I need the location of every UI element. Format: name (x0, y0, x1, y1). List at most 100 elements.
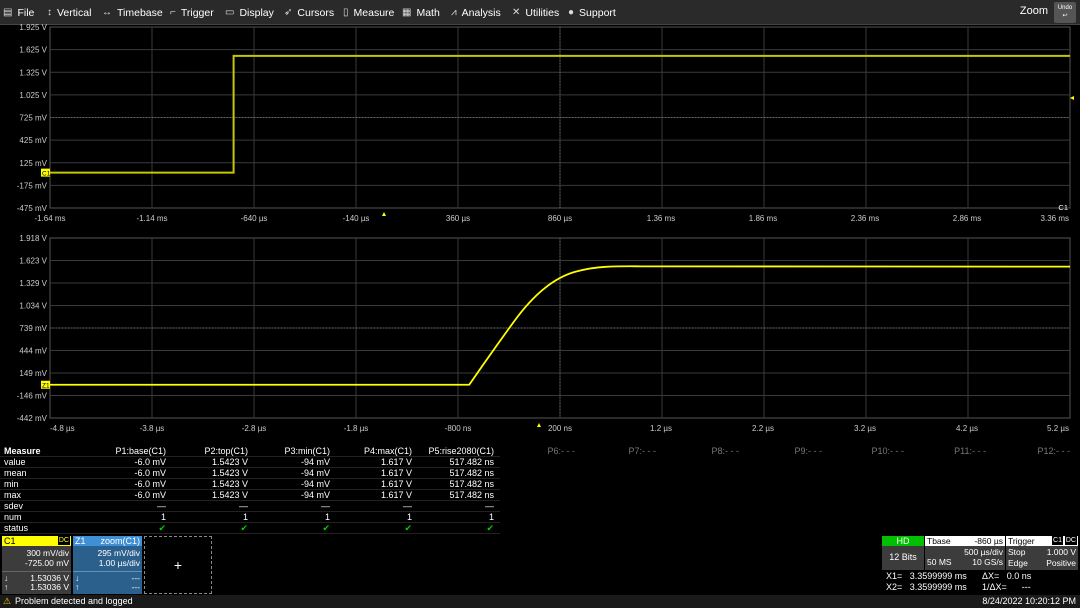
top-x-tick: -640 µs (241, 214, 268, 223)
top-y-tick: 125 mV (19, 159, 47, 168)
measure-row-label: max (4, 490, 22, 500)
tbase-delay: -860 µs (974, 536, 1003, 546)
top-y-tick: 1.625 V (19, 46, 47, 55)
top-grid[interactable]: 1.925 V 1.625 V 1.325 V 1.025 V 725 mV 425 mV… (17, 23, 1071, 223)
bottom-y-tick: 1.623 V (19, 257, 47, 266)
z1-badge-title: Z1 (75, 536, 86, 546)
z1-cursor2-icon: ↑ (75, 582, 80, 592)
c1-badge[interactable]: C1 DC 300 mV/div -725.00 mV ↓ 1.53036 V … (2, 536, 71, 594)
top-y-tick: 1.025 V (19, 91, 47, 100)
cursor-dx: ΔX= 0.0 ns (982, 571, 1032, 581)
z1-badge-label: zoom(C1) (100, 536, 140, 546)
bottom-x-tick: -800 ns (445, 424, 472, 433)
top-y-tick: -175 mV (17, 181, 48, 190)
bottom-y-tick: 1.329 V (19, 279, 47, 288)
z1-cursor2-value: --- (131, 582, 141, 592)
trigger-source: C1 (1052, 536, 1063, 545)
measure-row-label: sdev (4, 501, 24, 511)
top-x-tick: -1.14 ms (136, 214, 167, 223)
status-bar: ⚠ Problem detected and logged 8/24/2022 … (0, 595, 1080, 608)
hd-label: HD (882, 536, 924, 546)
measure-cell: 517.482 ns (449, 457, 494, 467)
bottom-x-tick: 2.2 µs (752, 424, 774, 433)
z1-level-marker[interactable]: Z1 (41, 380, 50, 390)
measure-row-label: min (4, 479, 19, 489)
c1-level-marker-label: C1 (42, 171, 51, 178)
bottom-grid[interactable]: 1.918 V 1.623 V 1.329 V 1.034 V 739 mV 444 mV… (17, 234, 1071, 433)
measure-row-label: mean (4, 468, 27, 478)
measure-cell: 517.482 ns (449, 490, 494, 500)
measure-param-off: P8:- - - (711, 446, 739, 456)
c1-badge-title: C1 (4, 536, 16, 546)
zoom-trigger-marker[interactable] (537, 423, 541, 427)
cursor-x2: X2= 3.3599999 ms (886, 582, 967, 592)
bottom-y-tick: 739 mV (19, 324, 47, 333)
bottom-x-tick: -3.8 µs (140, 424, 165, 433)
trigger-time-marker[interactable] (382, 212, 386, 216)
measure-param-off: P6:- - - (547, 446, 575, 456)
tbase-tdiv: 500 µs/div (964, 547, 1003, 557)
measure-param-off: P7:- - - (628, 446, 656, 456)
bottom-y-tick: -442 mV (17, 414, 48, 423)
trigger-level-marker[interactable] (1070, 96, 1074, 100)
measure-param-off: P10:- - - (871, 446, 904, 456)
top-y-tick: 425 mV (19, 136, 47, 145)
timebase-badge[interactable]: Tbase -860 µs 500 µs/div 50 MS 10 GS/s (925, 536, 1005, 570)
bottom-x-tick: 1.2 µs (650, 424, 672, 433)
status-message[interactable]: Problem detected and logged (15, 596, 133, 606)
trigger-type: Edge (1008, 558, 1028, 568)
z1-badge[interactable]: Z1 zoom(C1) 295 mV/div 1.00 µs/div ↓ ---… (73, 536, 142, 594)
top-y-tick: 1.325 V (19, 68, 47, 77)
top-y-tick: -475 mV (17, 204, 48, 213)
c1-level-marker[interactable]: C1 (41, 168, 51, 178)
bottom-x-tick: -2.8 µs (242, 424, 267, 433)
top-x-tick: 1.86 ms (749, 214, 777, 223)
measure-row-divider (0, 489, 500, 490)
measure-header: Measure (4, 446, 41, 456)
top-x-tick: -1.64 ms (34, 214, 65, 223)
measure-cell: 1 (488, 512, 494, 522)
measure-row-divider (0, 500, 500, 501)
top-x-tick: -140 µs (343, 214, 370, 223)
trigger-slope: Positive (1046, 558, 1076, 568)
top-y-tick: 1.925 V (19, 23, 47, 32)
c1-cursor2-value: 1.53036 V (30, 582, 69, 592)
top-x-tick: 2.86 ms (953, 214, 981, 223)
top-x-tick: 360 µs (446, 214, 470, 223)
measure-row-divider (0, 522, 500, 523)
bottom-y-tick: 149 mV (19, 369, 47, 378)
bottom-x-tick: -1.8 µs (344, 424, 369, 433)
trigger-mode: Stop (1008, 547, 1026, 557)
measure-param-off: P11:- - - (954, 446, 986, 456)
measure-row-divider (0, 478, 500, 479)
z1-vdiv: 295 mV/div (97, 548, 140, 558)
tbase-samples: 50 MS (927, 557, 952, 567)
top-x-tick: 2.36 ms (851, 214, 879, 223)
cursor-inv-dx: 1/ΔX= --- (982, 582, 1031, 592)
c1-vdiv: 300 mV/div (26, 548, 69, 558)
measure-row-divider (0, 511, 500, 512)
measure-param-off: P12:- - - (1037, 446, 1070, 456)
measure-row-divider (0, 467, 500, 468)
bottom-x-tick: 4.2 µs (956, 424, 978, 433)
trigger-level: 1.000 V (1046, 547, 1076, 557)
measure-row-label: value (4, 457, 26, 467)
c1-coupling: DC (57, 536, 70, 545)
warning-icon: ⚠ (3, 596, 12, 606)
hd-badge[interactable]: HD 12 Bits (882, 536, 924, 570)
add-icon: + (173, 557, 183, 573)
c1-cursor2-icon: ↑ (4, 582, 9, 592)
measure-param-off: P9:- - - (794, 446, 822, 456)
c1-offset: -725.00 mV (25, 558, 69, 568)
bottom-x-tick: -4.8 µs (50, 424, 75, 433)
bottom-x-tick: 200 ns (548, 424, 572, 433)
bottom-y-tick: 1.918 V (19, 234, 47, 243)
add-channel-button[interactable]: + (144, 536, 212, 594)
measure-row-label: num (4, 512, 22, 522)
trigger-badge[interactable]: Trigger C1 DC Stop 1.000 V Edge Positive (1006, 536, 1078, 570)
hd-bits: 12 Bits (889, 552, 917, 562)
top-x-tick: 3.36 ms (1041, 214, 1069, 223)
status-datetime: 8/24/2022 10:20:12 PM (982, 596, 1076, 606)
bottom-y-tick: 1.034 V (19, 302, 47, 311)
top-y-tick: 725 mV (19, 114, 47, 123)
